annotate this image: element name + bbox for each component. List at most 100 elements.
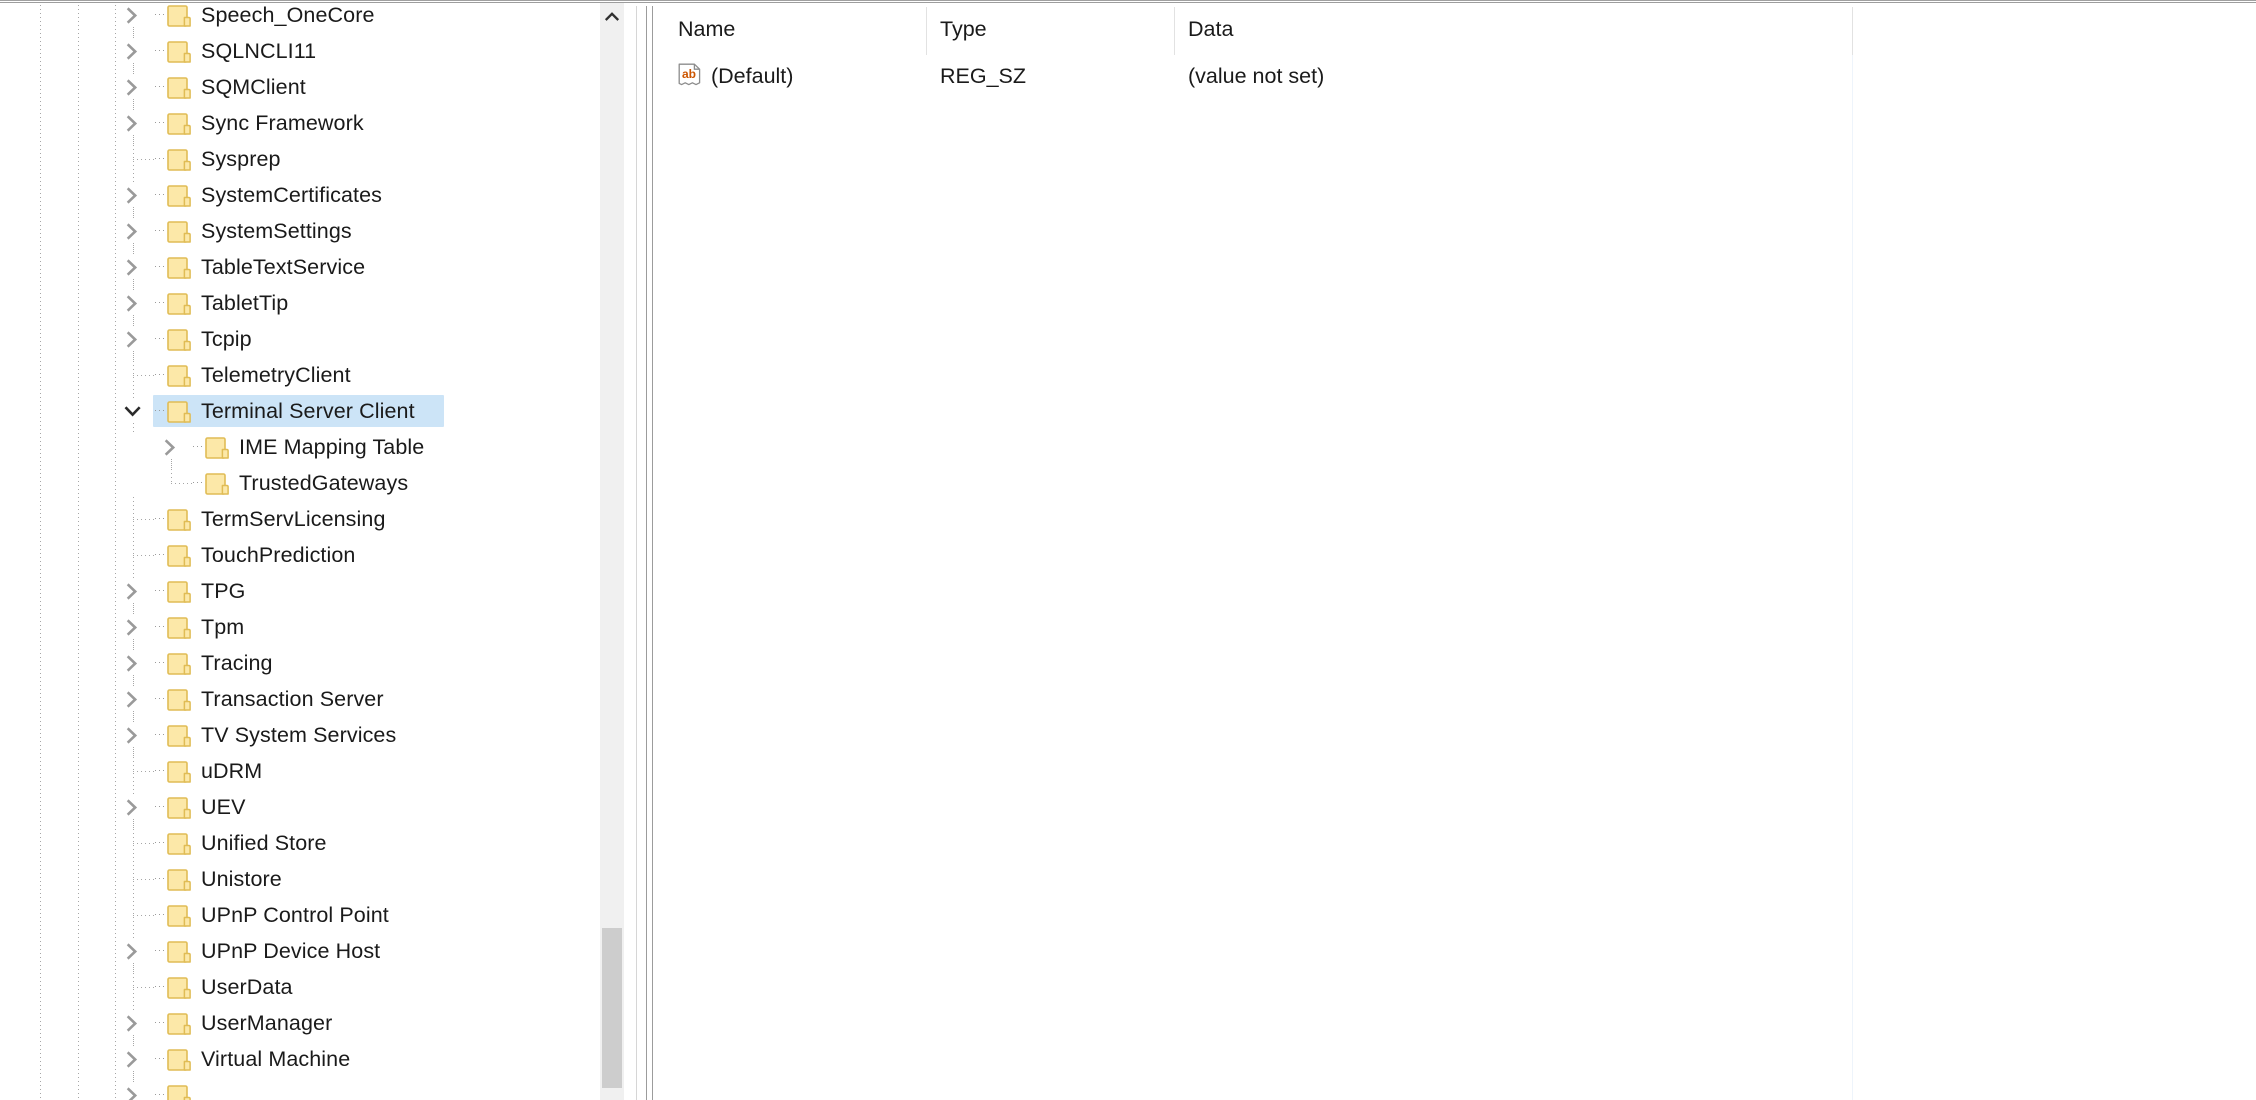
- tree-dot-connector: [153, 1077, 167, 1100]
- tree-expand-toggle[interactable]: [115, 605, 153, 649]
- chevron-right-icon: [126, 799, 138, 816]
- tree-item-label: UserData: [201, 975, 293, 999]
- tree-expand-toggle[interactable]: [115, 677, 153, 721]
- tree-expand-toggle[interactable]: [115, 173, 153, 217]
- tree-expand-toggle[interactable]: [115, 569, 153, 613]
- scroll-up-button[interactable]: [600, 3, 624, 29]
- value-row[interactable]: ab (Default) REG_SZ (value not set): [664, 55, 2256, 97]
- registry-key-tree[interactable]: Speech_OneCore SQLNCLI11 SQMClient Sync Fra…: [0, 3, 612, 1100]
- chevron-right-icon: [126, 331, 138, 348]
- column-header-data[interactable]: Data: [1174, 3, 2256, 55]
- tree-expand-toggle[interactable]: [115, 1073, 153, 1100]
- column-divider[interactable]: [1174, 7, 1175, 55]
- chevron-right-icon: [126, 223, 138, 240]
- tree-collapse-toggle[interactable]: [115, 389, 153, 433]
- folder-icon: [167, 401, 191, 423]
- tree-expand-toggle[interactable]: [115, 281, 153, 325]
- column-divider-end[interactable]: [1852, 7, 1853, 55]
- tree-item-label: TabletTip: [201, 291, 289, 315]
- tree-item[interactable]: Unistore: [0, 857, 612, 901]
- folder-icon: [167, 1005, 193, 1041]
- column-header-name[interactable]: Name: [664, 3, 926, 55]
- tree-connector: [133, 317, 134, 327]
- tree-item-selected[interactable]: Terminal Server Client: [0, 389, 612, 433]
- tree-vertical-scrollbar[interactable]: [600, 3, 624, 1100]
- tree-elbow: [133, 375, 155, 376]
- tree-dot-connector: [153, 537, 167, 573]
- chevron-right-icon: [126, 583, 138, 600]
- column-header-type[interactable]: Type: [926, 3, 1174, 55]
- tree-expand-toggle[interactable]: [115, 1001, 153, 1045]
- tree-expand-toggle[interactable]: [115, 317, 153, 361]
- tree-item[interactable]: Sync Framework: [0, 101, 612, 145]
- folder-icon: [167, 689, 191, 711]
- tree-item[interactable]: UPnP Control Point: [0, 893, 612, 937]
- tree-item[interactable]: Sysprep: [0, 137, 612, 181]
- tree-item[interactable]: TV System Services: [0, 713, 612, 757]
- tree-item[interactable]: TabletTip: [0, 281, 612, 325]
- tree-expand-toggle[interactable]: [115, 29, 153, 73]
- values-rows[interactable]: ab (Default) REG_SZ (value not set): [664, 55, 2256, 1100]
- tree-item[interactable]: UserManager: [0, 1001, 612, 1045]
- tree-item[interactable]: SQLNCLI11: [0, 29, 612, 73]
- tree-item[interactable]: Virtual Machine: [0, 1037, 612, 1081]
- tree-item[interactable]: SQMClient: [0, 65, 612, 109]
- folder-icon: [167, 321, 193, 357]
- folder-icon: [167, 717, 193, 753]
- tree-item-label: Speech_OneCore: [201, 3, 375, 27]
- pane-splitter-left[interactable]: [646, 6, 647, 1100]
- tree-leaf-connector: [115, 893, 155, 937]
- tree-expand-toggle[interactable]: [115, 785, 153, 829]
- tree-expand-toggle[interactable]: [115, 101, 153, 145]
- tree-item[interactable]: TPG: [0, 569, 612, 613]
- tree-dot-connector: [153, 897, 167, 933]
- tree-item[interactable]: Transaction Server: [0, 677, 612, 721]
- tree-item[interactable]: TouchPrediction: [0, 533, 612, 577]
- folder-icon: [167, 141, 193, 177]
- tree-item-label: Tcpip: [201, 327, 252, 351]
- string-value-icon: ab: [678, 63, 702, 89]
- tree-item[interactable]: UserData: [0, 965, 612, 1009]
- scrollbar-thumb[interactable]: [602, 928, 622, 1088]
- column-divider[interactable]: [926, 7, 927, 55]
- tree-expand-toggle[interactable]: [115, 713, 153, 757]
- tree-item[interactable]: Tracing: [0, 641, 612, 685]
- tree-dot-connector: [153, 33, 167, 69]
- folder-icon: [167, 5, 191, 27]
- folder-icon: [167, 1041, 193, 1077]
- tree-dot-connector: [191, 429, 205, 465]
- tree-item[interactable]: SystemCertificates: [0, 173, 612, 217]
- tree-item[interactable]: UEV: [0, 785, 612, 829]
- tree-expand-toggle[interactable]: [153, 429, 191, 469]
- tree-item[interactable]: SystemSettings: [0, 209, 612, 253]
- tree-expand-toggle[interactable]: [115, 929, 153, 973]
- tree-item[interactable]: Unified Store: [0, 821, 612, 865]
- tree-expand-toggle[interactable]: [115, 245, 153, 289]
- tree-expand-toggle[interactable]: [115, 209, 153, 253]
- tree-dot-connector: [153, 1005, 167, 1041]
- tree-item[interactable]: uDRM: [0, 749, 612, 793]
- tree-item[interactable]: IME Mapping Table: [0, 429, 612, 469]
- tree-item[interactable]: UPnP Device Host: [0, 929, 612, 973]
- tree-item-label: SystemSettings: [201, 219, 352, 243]
- tree-item[interactable]: TrustedGateways: [0, 461, 612, 501]
- tree-item[interactable]: Tcpip: [0, 317, 612, 361]
- tree-dot-connector: [153, 645, 167, 681]
- values-column-header[interactable]: Name Type Data: [664, 3, 2256, 55]
- tree-item[interactable]: TermServLicensing: [0, 497, 612, 541]
- folder-icon: [167, 653, 191, 675]
- tree-dot-connector: [153, 681, 167, 717]
- pane-splitter-right[interactable]: [652, 6, 653, 1100]
- tree-item-label: UserManager: [201, 1011, 333, 1035]
- tree-expand-toggle[interactable]: [115, 641, 153, 685]
- tree-expand-toggle[interactable]: [115, 1037, 153, 1081]
- tree-item[interactable]: TableTextService: [0, 245, 612, 289]
- tree-item[interactable]: Tpm: [0, 605, 612, 649]
- tree-expand-toggle[interactable]: [115, 65, 153, 109]
- tree-expand-toggle[interactable]: [115, 3, 153, 37]
- value-name-cell[interactable]: ab (Default): [664, 55, 926, 97]
- tree-item[interactable]: TelemetryClient: [0, 353, 612, 397]
- tree-item[interactable]: [0, 1073, 612, 1100]
- tree-item[interactable]: Speech_OneCore: [0, 3, 612, 37]
- tree-item-label: Transaction Server: [201, 687, 384, 711]
